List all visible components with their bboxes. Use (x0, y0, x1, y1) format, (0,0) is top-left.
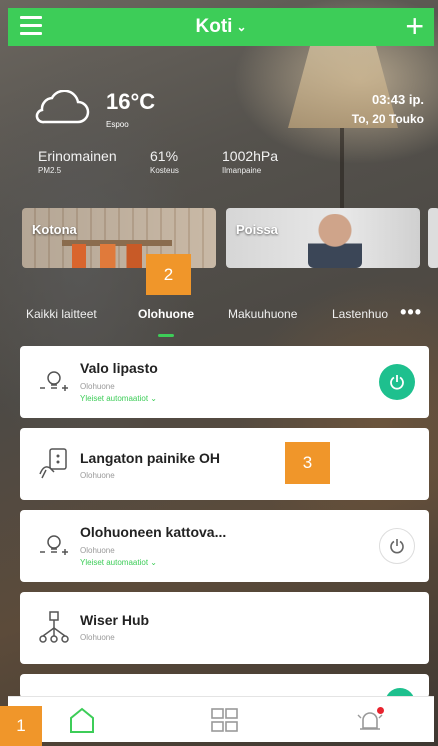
tab-kaikki-laitteet[interactable]: Kaikki laitteet (26, 307, 97, 321)
automations-link[interactable]: Yleiset automaatiot ⌄ (80, 558, 157, 567)
device-room: Olohuone (80, 471, 115, 480)
tab-makuuhuone[interactable]: Makuuhuone (228, 307, 297, 321)
humidity-value: 61% (150, 148, 179, 164)
tab-olohuone[interactable]: Olohuone (138, 307, 194, 321)
home-icon[interactable] (66, 705, 98, 735)
city-name: Espoo (106, 120, 129, 129)
device-card-olohuoneen-kattovalo[interactable]: Olohuoneen kattova... Olohuone Yleiset a… (20, 510, 429, 582)
wireless-switch-icon (39, 448, 67, 479)
scene-image-person (308, 214, 362, 268)
tab-lastenhuone[interactable]: Lastenhuo (332, 307, 388, 321)
device-card-langaton-painike[interactable]: Langaton painike OH Olohuone (20, 428, 429, 500)
power-icon (390, 375, 404, 390)
bottom-navigation (8, 696, 434, 742)
pressure-label: Ilmanpaine (222, 166, 262, 175)
grid-icon[interactable] (208, 705, 240, 735)
pressure-value: 1002hPa (222, 148, 279, 164)
scene-label-kotona: Kotona (32, 222, 77, 237)
hamburger-menu-icon[interactable] (20, 16, 42, 36)
humidity-stat: 61% Kosteus (150, 148, 179, 175)
automations-link[interactable]: Yleiset automaatiot ⌄ (80, 394, 157, 403)
device-name: Wiser Hub (80, 612, 150, 628)
annotation-badge-3: 3 (285, 442, 330, 484)
weather-panel: 16°C Espoo 03:43 ip. To, 20 Touko Erinom… (8, 46, 434, 196)
cloud-icon (35, 90, 90, 124)
scene-card-next[interactable] (428, 208, 438, 268)
light-bulb-icon (40, 535, 68, 555)
alert-dot (377, 707, 384, 714)
device-room: Olohuone (80, 382, 115, 391)
power-toggle-on[interactable] (379, 364, 415, 400)
active-tab-indicator (158, 334, 174, 337)
top-app-bar: Koti ⌄ + (8, 8, 434, 46)
device-room: Olohuone (80, 546, 115, 555)
annotation-badge-2: 2 (146, 254, 191, 295)
scene-image-chairs (72, 244, 142, 268)
air-quality-value: Erinomainen (38, 148, 117, 164)
device-card-wiser-hub[interactable]: Wiser Hub Olohuone (20, 592, 429, 664)
room-tabs: Kaikki laitteet Olohuone Makuuhuone Last… (8, 300, 434, 337)
chevron-down-icon: ⌄ (236, 20, 247, 34)
light-bulb-icon (40, 371, 68, 391)
device-card-valo-lipasto[interactable]: Valo lipasto Olohuone Yleiset automaatio… (20, 346, 429, 418)
air-quality-stat: Erinomainen PM2.5 (38, 148, 117, 175)
add-button[interactable]: + (405, 10, 424, 42)
current-date: To, 20 Touko (351, 112, 424, 126)
annotation-badge-1: 1 (0, 706, 42, 746)
device-room: Olohuone (80, 633, 115, 642)
temperature: 16°C (106, 89, 156, 114)
power-icon (390, 539, 404, 554)
alarm-bell-icon[interactable] (354, 705, 386, 735)
home-selector[interactable]: Koti ⌄ (196, 16, 247, 38)
device-card-partial[interactable] (20, 674, 429, 718)
clock-time: 03:43 ip. (371, 92, 424, 107)
device-name: Olohuoneen kattova... (80, 524, 227, 540)
scene-card-poissa[interactable]: Poissa (226, 208, 420, 268)
home-title: Koti (195, 16, 233, 37)
hub-network-icon (39, 611, 69, 643)
power-toggle-off[interactable] (379, 528, 415, 564)
scene-label-poissa: Poissa (236, 222, 278, 237)
pressure-stat: 1002hPa Ilmanpaine (222, 148, 278, 175)
air-quality-label: PM2.5 (38, 166, 62, 175)
device-name: Valo lipasto (80, 360, 158, 376)
more-rooms-icon[interactable]: ••• (400, 302, 422, 323)
humidity-label: Kosteus (150, 166, 179, 175)
device-name: Langaton painike OH (80, 450, 221, 466)
